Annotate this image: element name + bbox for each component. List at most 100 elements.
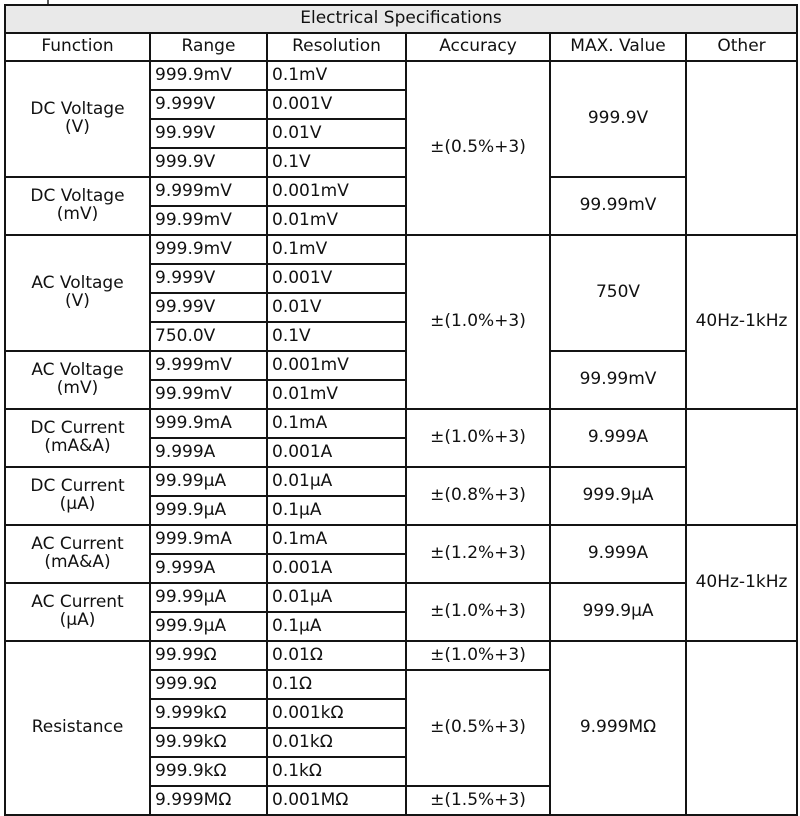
table-row: AC Current (μA) 99.99μA 0.01μA ±(1.0%+3)… [4,582,797,642]
resolution-cell: 0.01μA [266,582,407,613]
other-cell [684,640,799,816]
function-cell: DC Voltage (mV) [4,176,151,236]
resolution-cell: 0.1V [266,321,407,352]
range-cell: 99.99mV [149,379,268,410]
table-row: DC Current (μA) 99.99μA 0.01μA ±(0.8%+3)… [4,466,797,526]
accuracy-cell: ±(1.5%+3) [405,785,551,816]
resolution-cell: 0.1kΩ [266,756,407,787]
resolution-cell: 0.1Ω [266,669,407,700]
range-cell: 999.9μA [149,495,268,526]
max-value-cell: 750V [549,234,687,352]
max-value-cell: 999.9V [549,60,687,178]
range-cell: 99.99V [149,118,268,149]
function-label-line2: (mV) [56,378,99,398]
resolution-cell: 0.001V [266,89,407,120]
other-cell: 40Hz-1kHz [684,524,799,642]
function-label-line2: (mA&A) [44,436,111,456]
resolution-cell: 0.01Ω [266,640,407,671]
range-cell: 9.999MΩ [149,785,268,816]
range-cell: 999.9mV [149,234,268,265]
function-cell: Resistance [4,640,151,816]
resolution-cell: 0.1mA [266,524,407,555]
resolution-cell: 0.01kΩ [266,727,407,758]
other-cell: 40Hz-1kHz [684,234,799,410]
range-cell: 99.99μA [149,582,268,613]
range-cell: 9.999mV [149,176,268,207]
other-cell [684,60,799,236]
table-title: Electrical Specifications [3,4,799,34]
range-cell: 9.999kΩ [149,698,268,729]
range-cell: 99.99V [149,292,268,323]
range-cell: 9.999A [149,437,268,468]
table-row: AC Voltage (V) 999.9mV 0.1mV ±(1.0%+3) 7… [4,234,799,410]
accuracy-cell: ±(1.0%+3) [405,640,551,671]
range-cell: 99.99μA [149,466,268,497]
range-cell: 9.999mV [149,350,268,381]
column-header-accuracy: Accuracy [405,32,551,62]
range-cell: 999.9kΩ [149,756,268,787]
resolution-cell: 0.001MΩ [266,785,407,816]
table-row: Resistance 99.99Ω 0.01Ω ±(1.0%+3) 9.999M… [4,640,799,816]
range-cell: 999.9V [149,147,268,178]
resolution-cell: 0.001mV [266,176,407,207]
range-cell: 9.999V [149,89,268,120]
max-value-cell: 9.999MΩ [549,640,687,816]
function-cell: AC Current (mA&A) [4,524,151,584]
accuracy-cell: ±(0.5%+3) [405,669,551,787]
resolution-cell: 0.001kΩ [266,698,407,729]
range-cell: 999.9Ω [149,669,268,700]
max-value-cell: 99.99mV [549,176,687,236]
function-label-line2: (V) [65,117,90,137]
resolution-cell: 0.1mV [266,60,407,91]
function-label-line2: (μA) [59,494,96,514]
table-header-row: Function Range Resolution Accuracy MAX. … [4,32,799,62]
column-header-function: Function [4,32,151,62]
table-row: DC Voltage (V) 999.9mV 0.1mV ±(0.5%+3) 9… [4,60,799,236]
function-cell: AC Voltage (mV) [4,350,151,410]
range-cell: 99.99mV [149,205,268,236]
resolution-cell: 0.1mV [266,234,407,265]
column-header-resolution: Resolution [266,32,407,62]
function-cell: DC Current (μA) [4,466,151,526]
accuracy-cell: ±(0.5%+3) [405,60,551,236]
table-row: AC Current (mA&A) 999.9mA 0.1mA ±(1.2%+3… [4,524,799,642]
table-row: DC Current (mA&A) 999.9mA 0.1mA ±(1.0%+3… [4,408,799,526]
function-label-line1: Resistance [31,717,124,738]
max-value-cell: 9.999A [549,408,687,468]
table-row: DC Voltage (mV) 9.999mV 0.001mV 99.99mV [4,176,797,236]
specification-table-page: Electrical Specifications Function Range… [0,0,800,816]
column-header-other: Other [684,32,799,62]
function-label-line2: (mA&A) [44,552,111,572]
accuracy-cell: ±(1.0%+3) [405,582,551,642]
resolution-cell: 0.1V [266,147,407,178]
resolution-cell: 0.001A [266,437,407,468]
range-cell: 999.9mA [149,524,268,555]
resolution-cell: 0.001A [266,553,407,584]
function-label-line2: (V) [65,291,90,311]
range-cell: 99.99Ω [149,640,268,671]
table-row: AC Voltage (mV) 9.999mV 0.001mV 99.99mV [4,350,797,410]
resolution-cell: 0.001mV [266,350,407,381]
resolution-cell: 0.1μA [266,495,407,526]
max-value-cell: 9.999A [549,524,687,584]
max-value-cell: 99.99mV [549,350,687,410]
resolution-cell: 0.001V [266,263,407,294]
max-value-cell: 999.9μA [549,582,687,642]
column-header-range: Range [149,32,268,62]
accuracy-cell: ±(0.8%+3) [405,466,551,526]
column-header-max-value: MAX. Value [549,32,687,62]
range-cell: 9.999A [149,553,268,584]
range-cell: 9.999V [149,263,268,294]
resolution-cell: 0.01mV [266,379,407,410]
accuracy-cell: ±(1.0%+3) [405,408,551,468]
range-cell: 99.99kΩ [149,727,268,758]
resolution-cell: 0.1mA [266,408,407,439]
function-cell: DC Voltage (V) [4,60,151,178]
resolution-cell: 0.1μA [266,611,407,642]
other-cell [684,408,799,526]
resolution-cell: 0.01V [266,118,407,149]
range-cell: 750.0V [149,321,268,352]
resolution-cell: 0.01μA [266,466,407,497]
accuracy-cell: ±(1.2%+3) [405,524,551,584]
table-title-row: Electrical Specifications [3,4,799,34]
